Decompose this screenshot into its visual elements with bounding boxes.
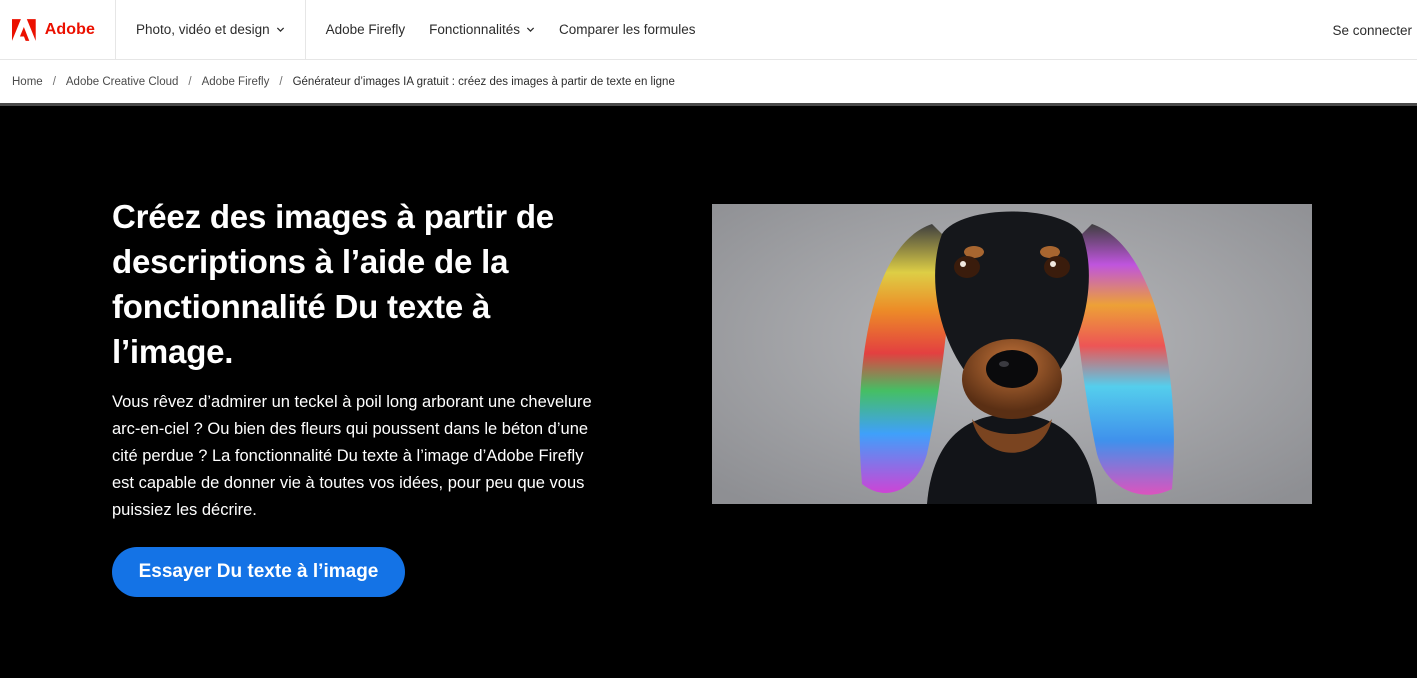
nav-label: Adobe Firefly	[325, 22, 406, 37]
nav-photo-video-design[interactable]: Photo, vidéo et design	[136, 22, 285, 37]
hero-image-rainbow-dachshund	[712, 204, 1312, 504]
hero-title: Créez des images à partir de description…	[112, 198, 554, 370]
sign-in-link[interactable]: Se connecter	[1332, 0, 1412, 60]
adobe-logo-link[interactable]: Adobe	[0, 0, 116, 59]
nav-fonctionnalites[interactable]: Fonctionnalités	[429, 22, 535, 37]
brand-name: Adobe	[44, 20, 95, 38]
breadcrumb-separator: /	[279, 75, 283, 88]
nav-category-group: Photo, vidéo et design	[116, 0, 306, 59]
breadcrumb-current-page: Générateur d’images IA gratuit : créez d…	[292, 75, 675, 88]
global-nav: Adobe Photo, vidéo et design Adobe Firef…	[0, 0, 1417, 60]
breadcrumb-creative-cloud[interactable]: Adobe Creative Cloud	[66, 76, 179, 88]
nav-adobe-firefly[interactable]: Adobe Firefly	[326, 22, 406, 37]
nav-comparer-formules[interactable]: Comparer les formules	[559, 22, 696, 37]
product-nav: Adobe Firefly Fonctionnalités Comparer l…	[306, 0, 696, 59]
dachshund-illustration	[712, 204, 1312, 504]
breadcrumb: Home / Adobe Creative Cloud / Adobe Fire…	[0, 60, 1417, 103]
nav-label: Comparer les formules	[558, 22, 696, 37]
adobe-logo-icon	[12, 18, 36, 41]
breadcrumb-firefly[interactable]: Adobe Firefly	[202, 76, 270, 88]
nav-label: Photo, vidéo et design	[136, 22, 270, 37]
hero-section: Créez des images à partir de description…	[0, 106, 1417, 678]
breadcrumb-home[interactable]: Home	[12, 76, 43, 88]
nav-label: Fonctionnalités	[429, 22, 520, 37]
breadcrumb-separator: /	[188, 75, 192, 88]
hero-description: Vous rêvez d’admirer un teckel à poil lo…	[112, 393, 592, 519]
try-text-to-image-button[interactable]: Essayer Du texte à l’image	[112, 547, 405, 597]
chevron-down-icon	[276, 27, 284, 33]
chevron-down-icon	[526, 27, 535, 33]
breadcrumb-separator: /	[52, 75, 56, 88]
